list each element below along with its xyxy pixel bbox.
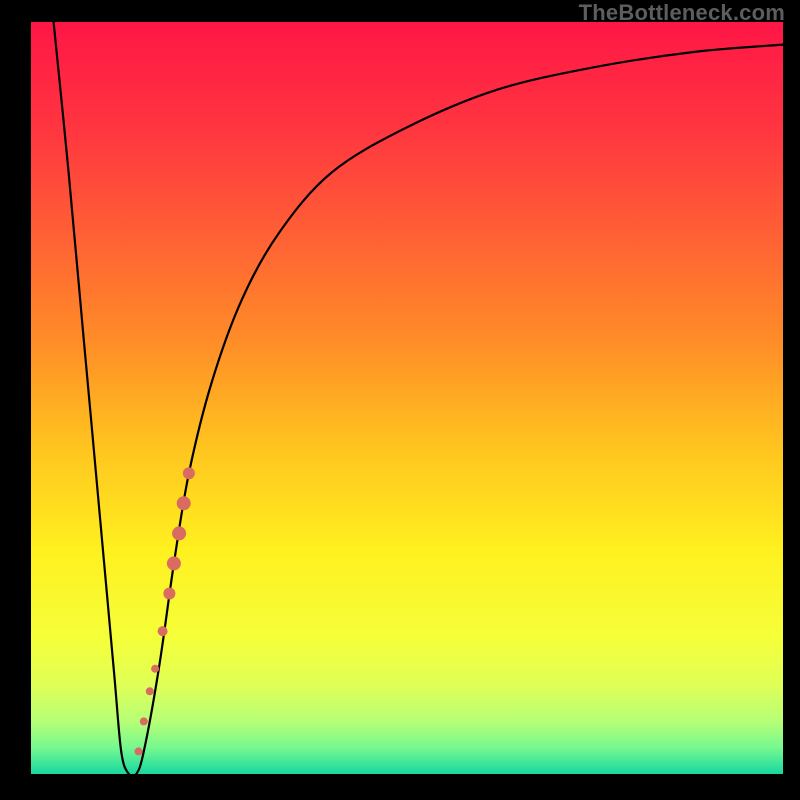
data-point: [177, 496, 191, 510]
watermark-text: TheBottleneck.com: [579, 0, 785, 26]
data-point: [151, 665, 159, 673]
data-point: [135, 747, 143, 755]
data-point: [167, 556, 181, 570]
bottleneck-curve: [54, 22, 783, 774]
data-point: [163, 588, 175, 600]
data-points: [135, 467, 195, 755]
curve-overlay: [31, 22, 783, 774]
data-point: [140, 717, 148, 725]
chart-frame: { "watermark": "TheBottleneck.com", "col…: [0, 0, 800, 800]
data-point: [172, 526, 186, 540]
data-point: [158, 626, 168, 636]
data-point: [183, 467, 195, 479]
plot-area: [31, 22, 783, 774]
data-point: [146, 687, 154, 695]
